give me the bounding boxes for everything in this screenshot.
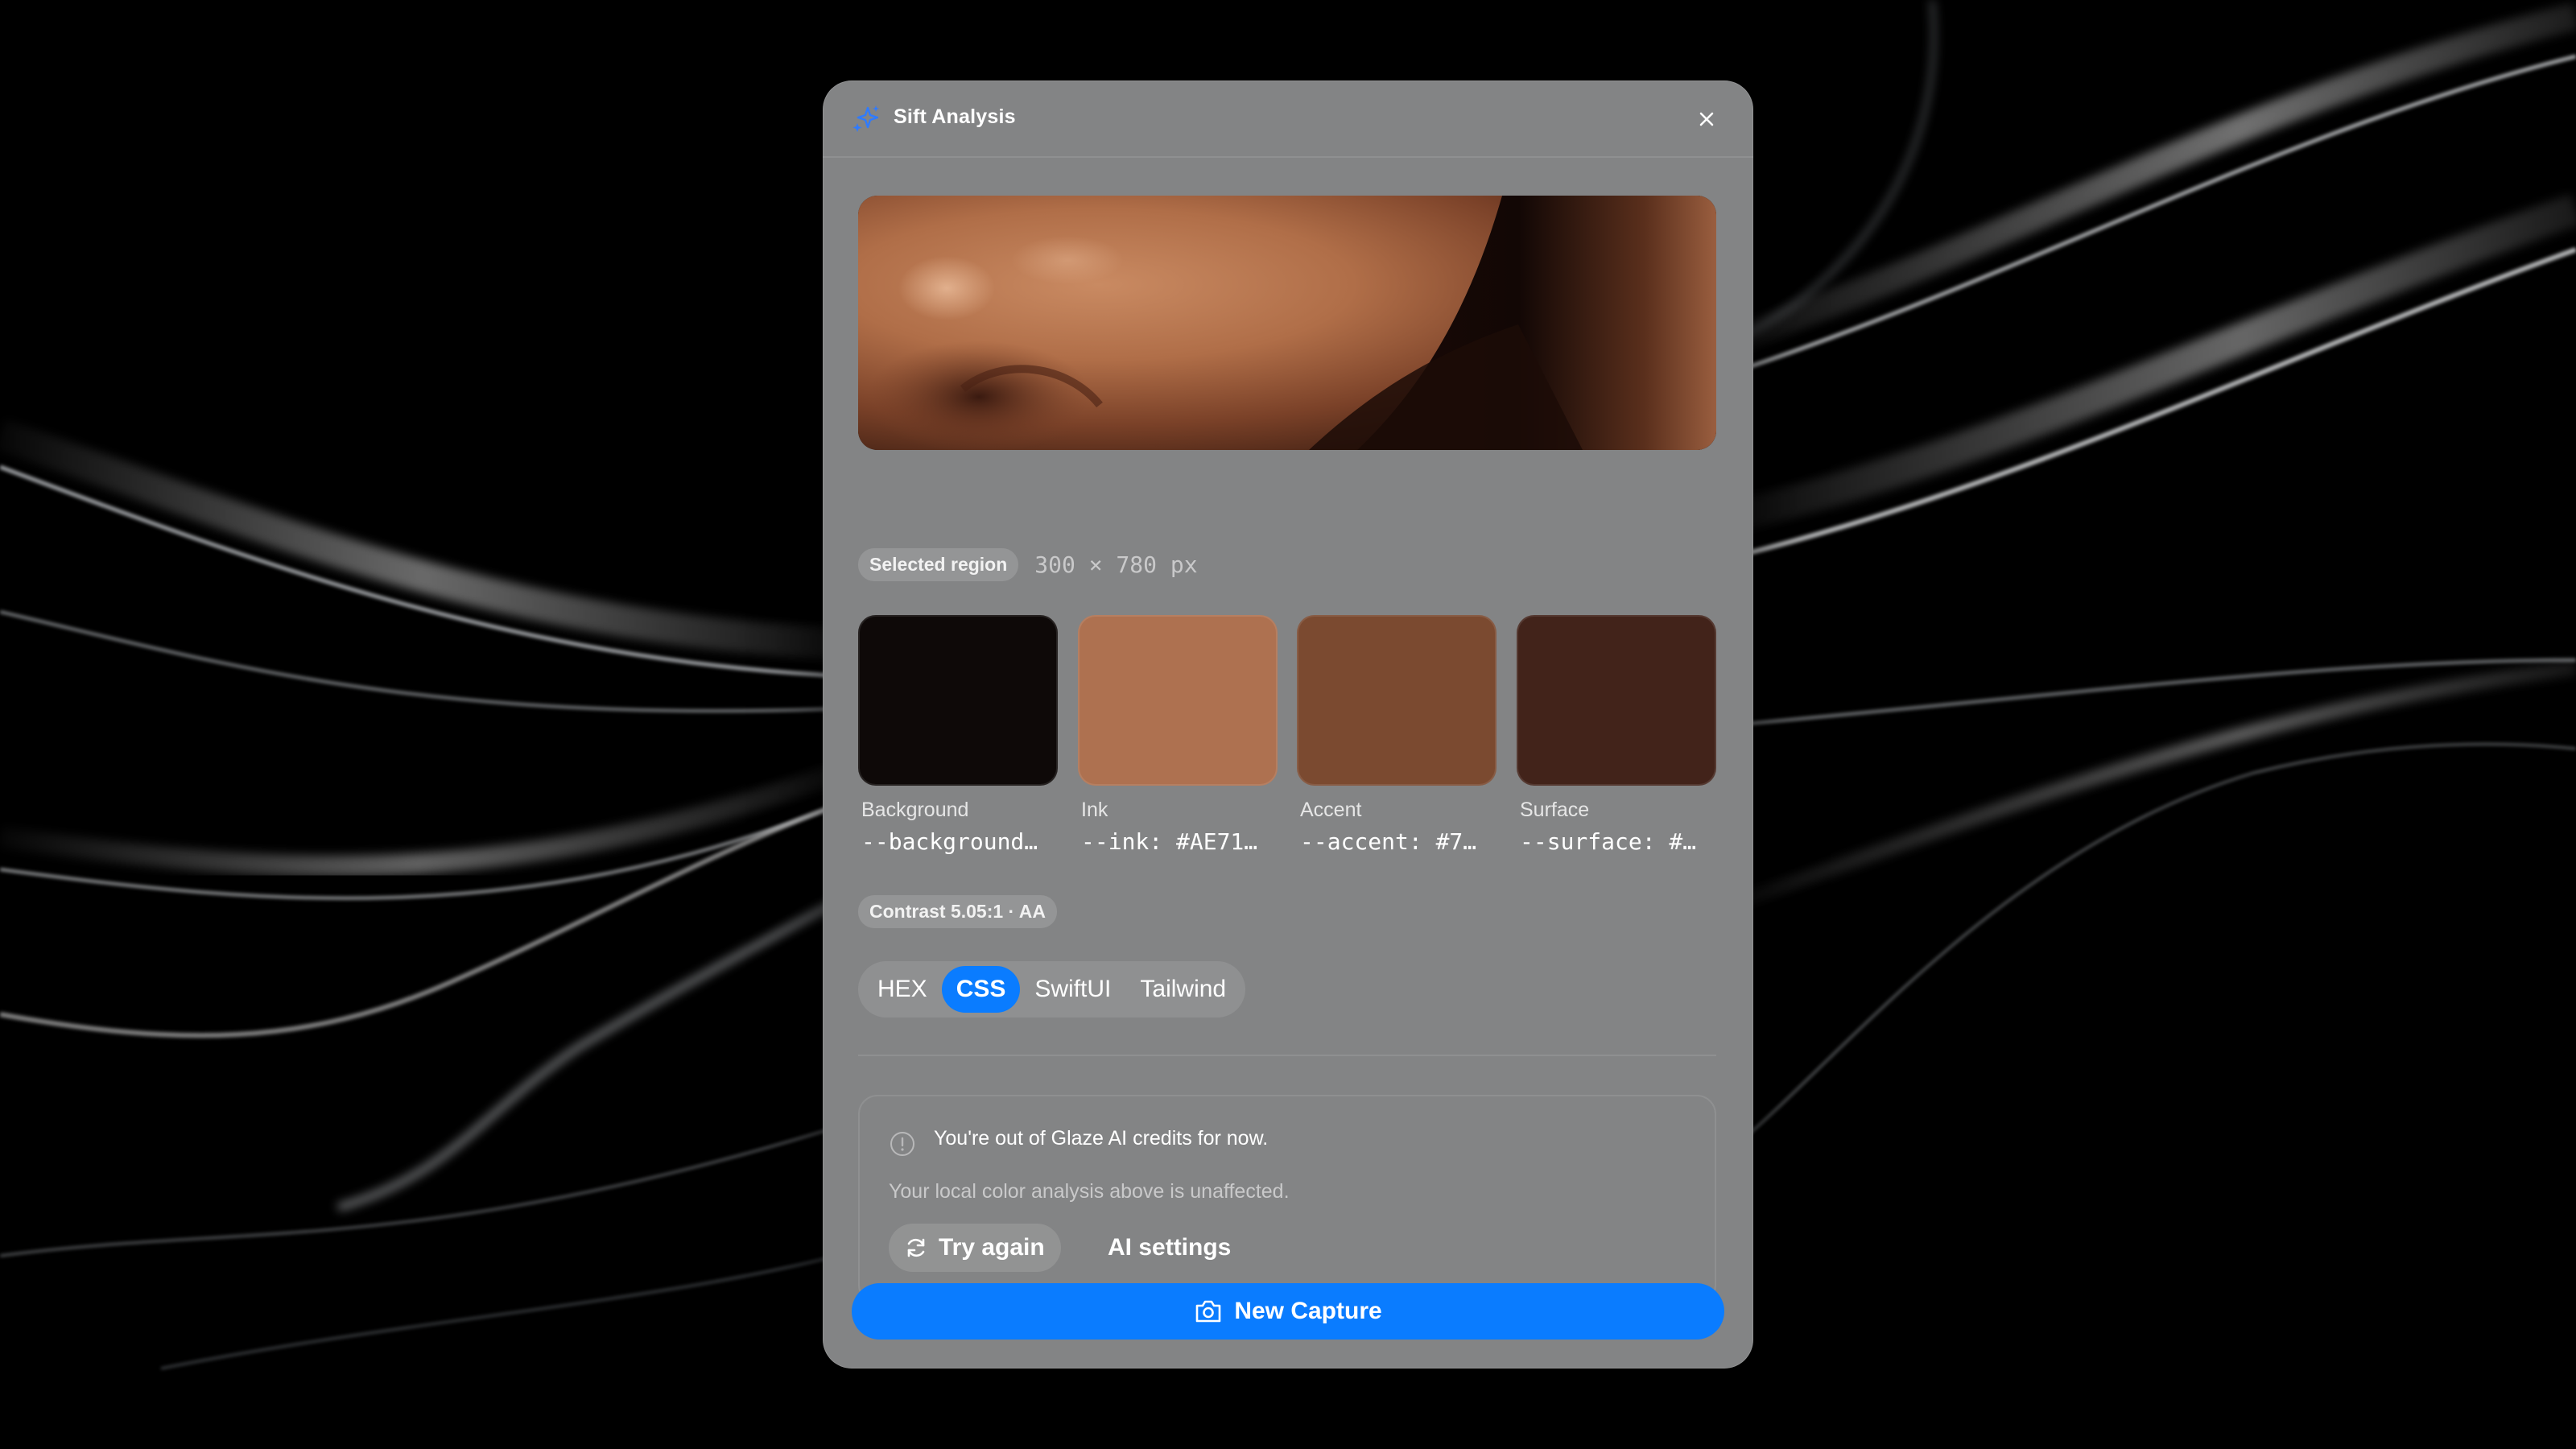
swatch-background[interactable]: Background --background…	[858, 615, 1058, 855]
selected-region-badge: Selected region	[858, 547, 1019, 581]
tab-tailwind[interactable]: Tailwind	[1125, 966, 1241, 1013]
region-dimensions: 300 × 780 px	[1034, 551, 1198, 578]
region-info: Selected region 300 × 780 px	[858, 547, 1198, 581]
swatch-chip	[1517, 615, 1716, 786]
desktop-background: Sift Analysis Selected region 300 × 780 …	[0, 0, 2576, 1449]
camera-icon	[1196, 1300, 1221, 1323]
swatch-surface[interactable]: Surface --surface: #…	[1517, 615, 1716, 855]
swatch-chip	[1297, 615, 1496, 786]
format-tabs: HEX CSS SwiftUI Tailwind	[858, 961, 1246, 1018]
credits-message: You're out of Glaze AI credits for now.	[934, 1127, 1269, 1150]
credits-subtext: Your local color analysis above is unaff…	[889, 1180, 1290, 1203]
swatch-chip	[858, 615, 1058, 786]
ai-settings-button[interactable]: AI settings	[1108, 1224, 1231, 1272]
swatch-code[interactable]: --surface: #…	[1517, 828, 1716, 855]
try-again-button[interactable]: Try again	[889, 1224, 1061, 1272]
try-again-label: Try again	[939, 1234, 1045, 1261]
close-button[interactable]	[1690, 103, 1723, 135]
contrast-badge: Contrast 5.05:1 · AA	[858, 895, 1057, 928]
close-icon	[1699, 112, 1714, 126]
swatch-name: Accent	[1300, 799, 1362, 821]
sparkles-icon	[852, 105, 879, 132]
swatch-accent[interactable]: Accent --accent: #7…	[1297, 615, 1496, 855]
swatch-name: Surface	[1520, 799, 1590, 821]
swatch-ink[interactable]: Ink --ink: #AE71…	[1078, 615, 1278, 855]
window-title: Sift Analysis	[894, 105, 1016, 128]
tab-hex[interactable]: HEX	[863, 966, 942, 1013]
new-capture-label: New Capture	[1234, 1298, 1382, 1324]
new-capture-button[interactable]: New Capture	[852, 1283, 1724, 1340]
color-swatches: Background --background… Ink --ink: #AE7…	[858, 615, 1716, 865]
section-divider	[858, 1055, 1716, 1056]
info-icon	[890, 1132, 914, 1156]
swatch-code[interactable]: --accent: #7…	[1297, 828, 1496, 855]
sift-analysis-panel: Sift Analysis Selected region 300 × 780 …	[823, 80, 1753, 1368]
swatch-name: Background	[861, 799, 969, 821]
contrast-label: Contrast 5.05:1 · AA	[858, 895, 1057, 928]
title-bar: Sift Analysis	[823, 80, 1753, 158]
ai-credits-notice: You're out of Glaze AI credits for now. …	[858, 1095, 1716, 1304]
refresh-icon	[907, 1238, 925, 1257]
swatch-name: Ink	[1081, 799, 1108, 821]
swatch-code[interactable]: --ink: #AE71…	[1078, 828, 1278, 855]
swatch-code[interactable]: --background…	[858, 828, 1058, 855]
tab-swiftui[interactable]: SwiftUI	[1020, 966, 1125, 1013]
swatch-chip	[1078, 615, 1278, 786]
selected-region-preview	[858, 196, 1716, 450]
tab-css[interactable]: CSS	[941, 966, 1021, 1013]
